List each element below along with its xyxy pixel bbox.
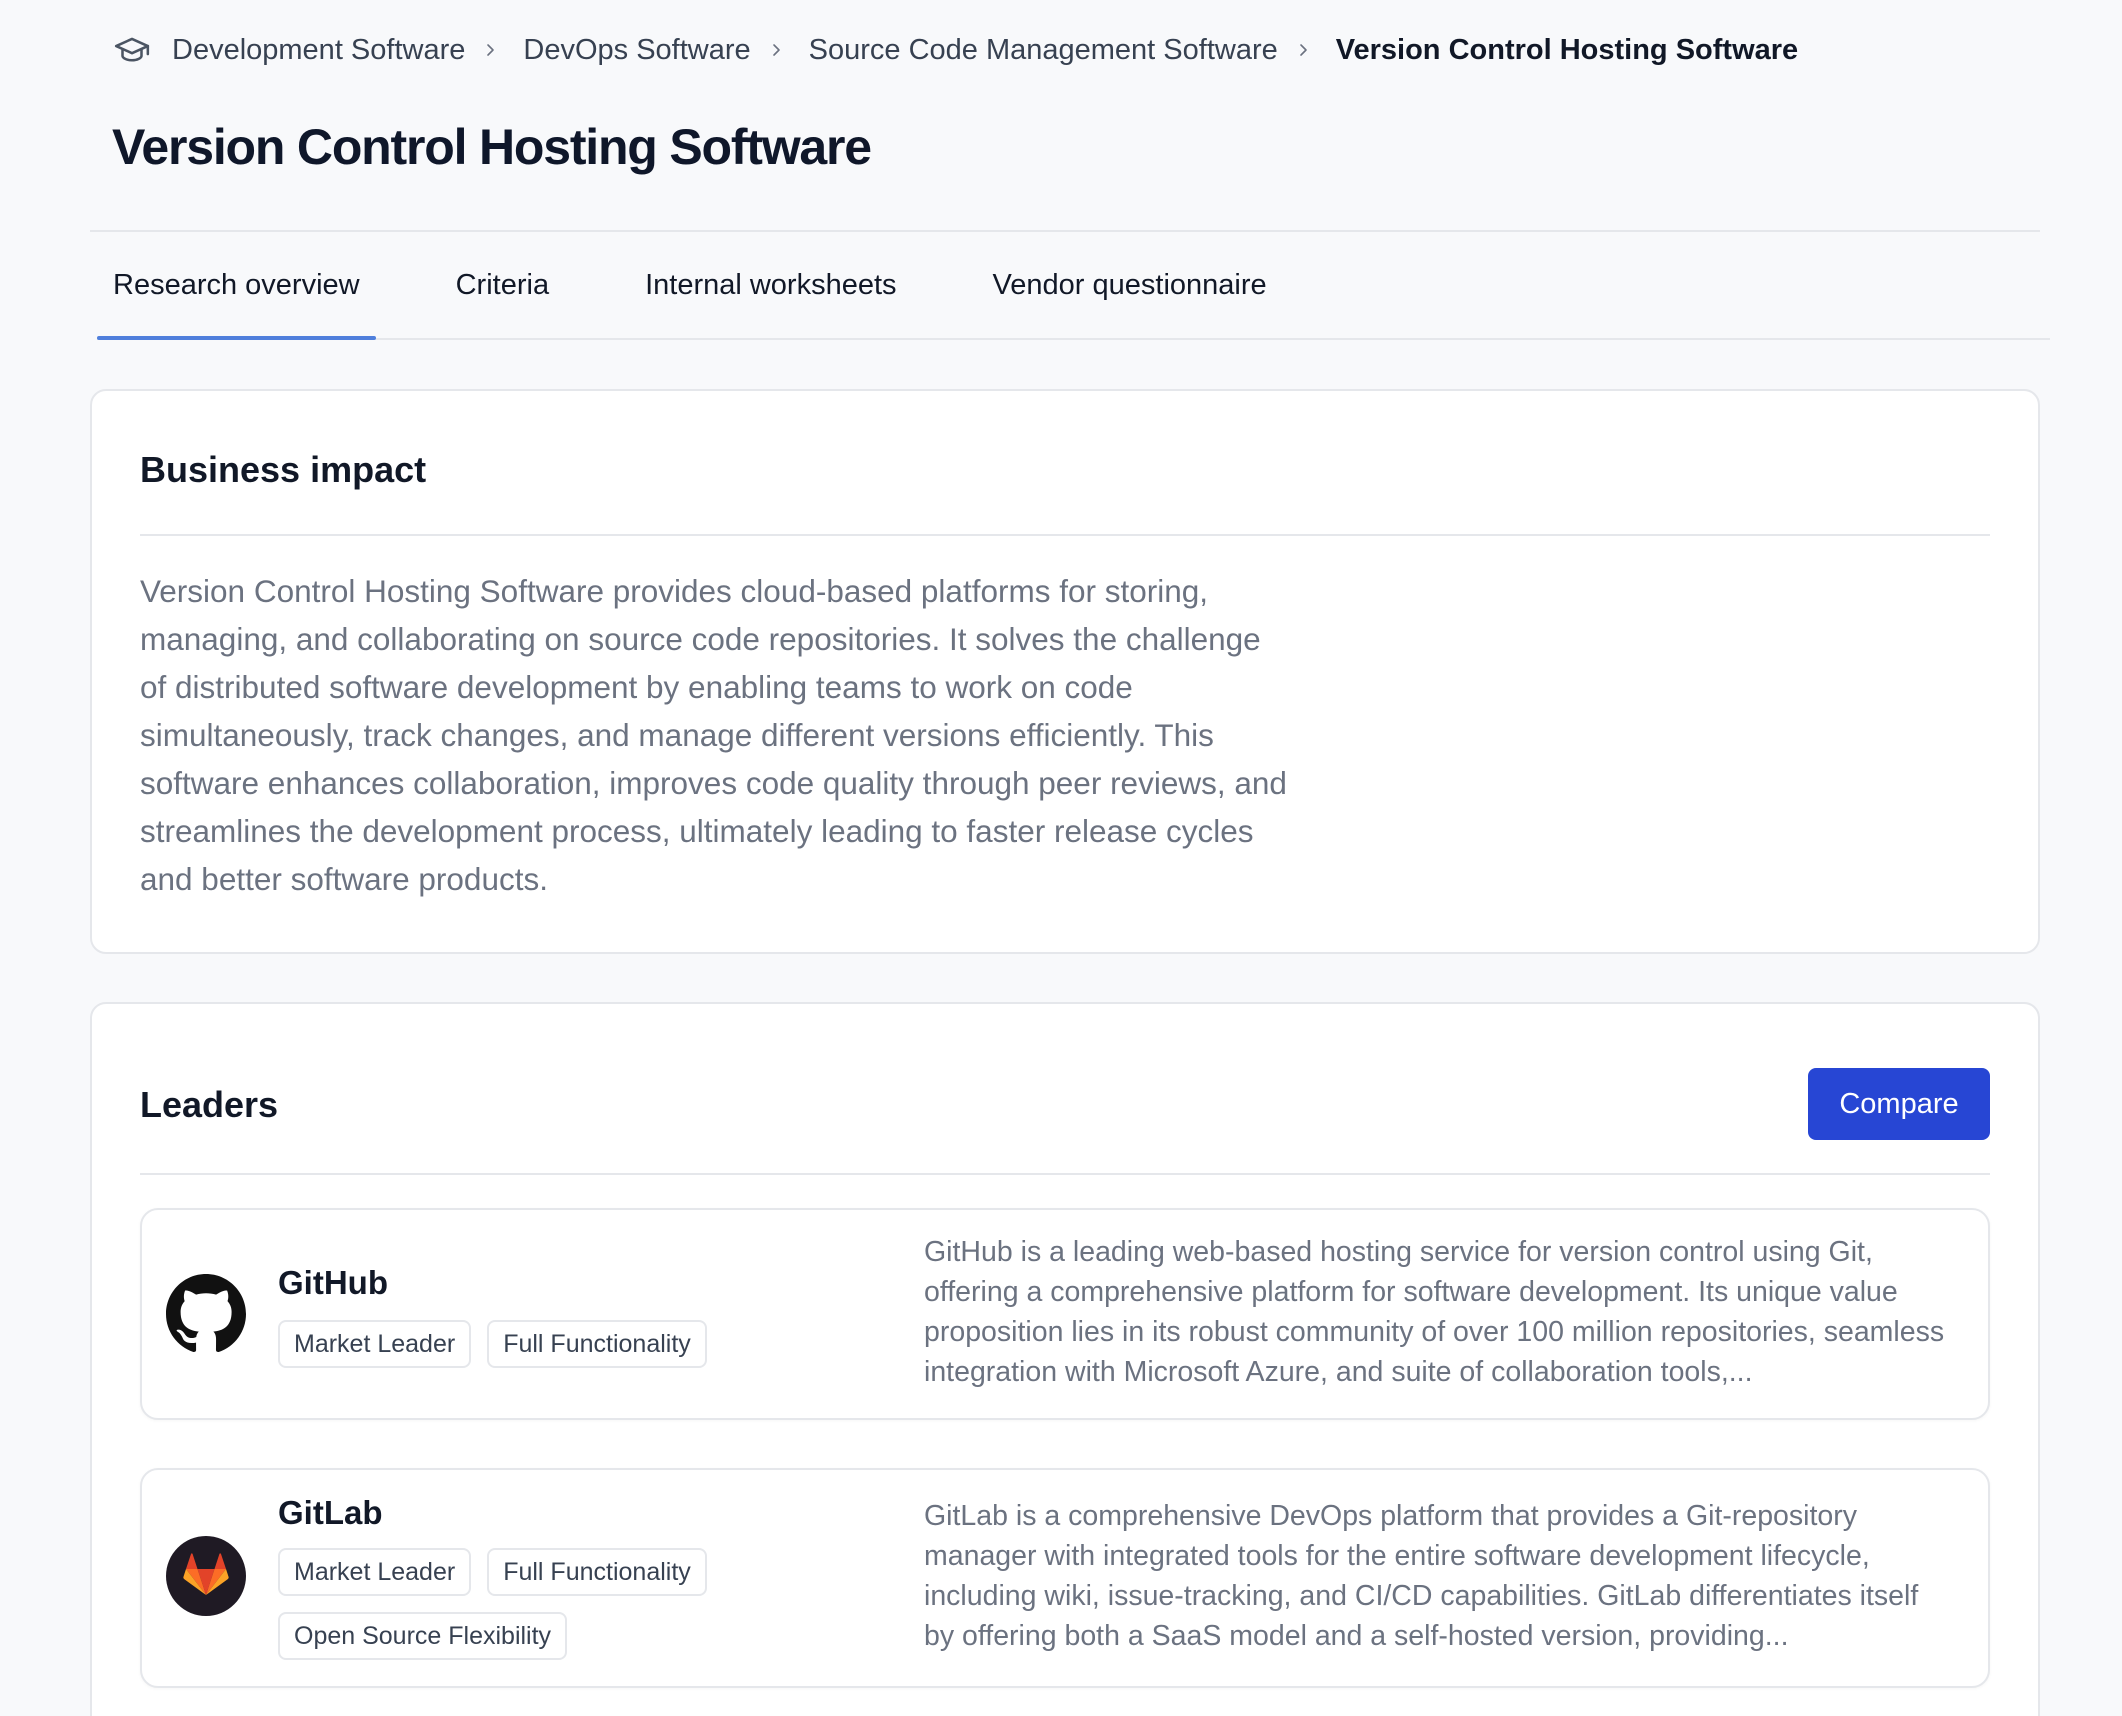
tab-research-overview[interactable]: Research overview — [97, 232, 376, 340]
business-impact-divider — [140, 534, 1990, 536]
vendor-name: GitLab — [278, 1494, 383, 1531]
breadcrumb-item-development-software[interactable]: Development Software — [172, 34, 465, 67]
breadcrumb-item-current: Version Control Hosting Software — [1335, 33, 1799, 66]
github-icon — [166, 1274, 246, 1354]
badge-full-functionality: Full Functionality — [487, 1320, 707, 1368]
tab-criteria[interactable]: Criteria — [440, 232, 565, 338]
badge-market-leader: Market Leader — [278, 1320, 472, 1368]
business-impact-card: Business impact Version Control Hosting … — [90, 389, 2040, 954]
breadcrumb: Development Software DevOps Software Sou… — [112, 30, 1798, 70]
chevron-right-icon — [761, 35, 791, 65]
breadcrumb-item-devops-software[interactable]: DevOps Software — [523, 34, 750, 67]
badge-open-source-flexibility: Open Source Flexibility — [278, 1612, 568, 1660]
page: Development Software DevOps Software Sou… — [0, 0, 2122, 1716]
vendor-card-github[interactable]: GitHub Market Leader Full Functionality … — [140, 1208, 1990, 1420]
vendor-card-gitlab[interactable]: GitLab Market Leader Full Functionality … — [140, 1468, 1990, 1688]
tab-vendor-questionnaire[interactable]: Vendor questionnaire — [977, 232, 1283, 338]
tab-internal-worksheets[interactable]: Internal worksheets — [629, 232, 912, 338]
leaders-heading: Leaders — [140, 1084, 279, 1125]
badge-full-functionality: Full Functionality — [487, 1548, 707, 1596]
business-impact-text: Version Control Hosting Software provide… — [140, 573, 1287, 897]
chevron-right-icon — [475, 35, 505, 65]
compare-button[interactable]: Compare — [1808, 1068, 1990, 1140]
page-title: Version Control Hosting Software — [112, 119, 872, 175]
vendor-description: GitLab is a comprehensive DevOps platfor… — [924, 1500, 1919, 1652]
leaders-card: Leaders Compare GitHub Market Leader Ful… — [90, 1002, 2040, 1716]
vendor-badges: Market Leader Full Functionality — [278, 1320, 738, 1368]
leaders-divider — [140, 1173, 1990, 1175]
gitlab-icon — [166, 1536, 246, 1616]
breadcrumb-item-source-code-management[interactable]: Source Code Management Software — [809, 34, 1278, 67]
vendor-name: GitHub — [278, 1264, 388, 1301]
vendor-description: GitHub is a leading web-based hosting se… — [924, 1236, 1945, 1388]
tab-bar: Research overview Criteria Internal work… — [97, 232, 2050, 340]
vendor-badges: Market Leader Full Functionality Open So… — [278, 1548, 738, 1660]
graduation-cap-icon[interactable] — [112, 30, 152, 70]
chevron-right-icon — [1288, 35, 1318, 65]
badge-market-leader: Market Leader — [278, 1548, 472, 1596]
business-impact-heading: Business impact — [140, 449, 427, 490]
